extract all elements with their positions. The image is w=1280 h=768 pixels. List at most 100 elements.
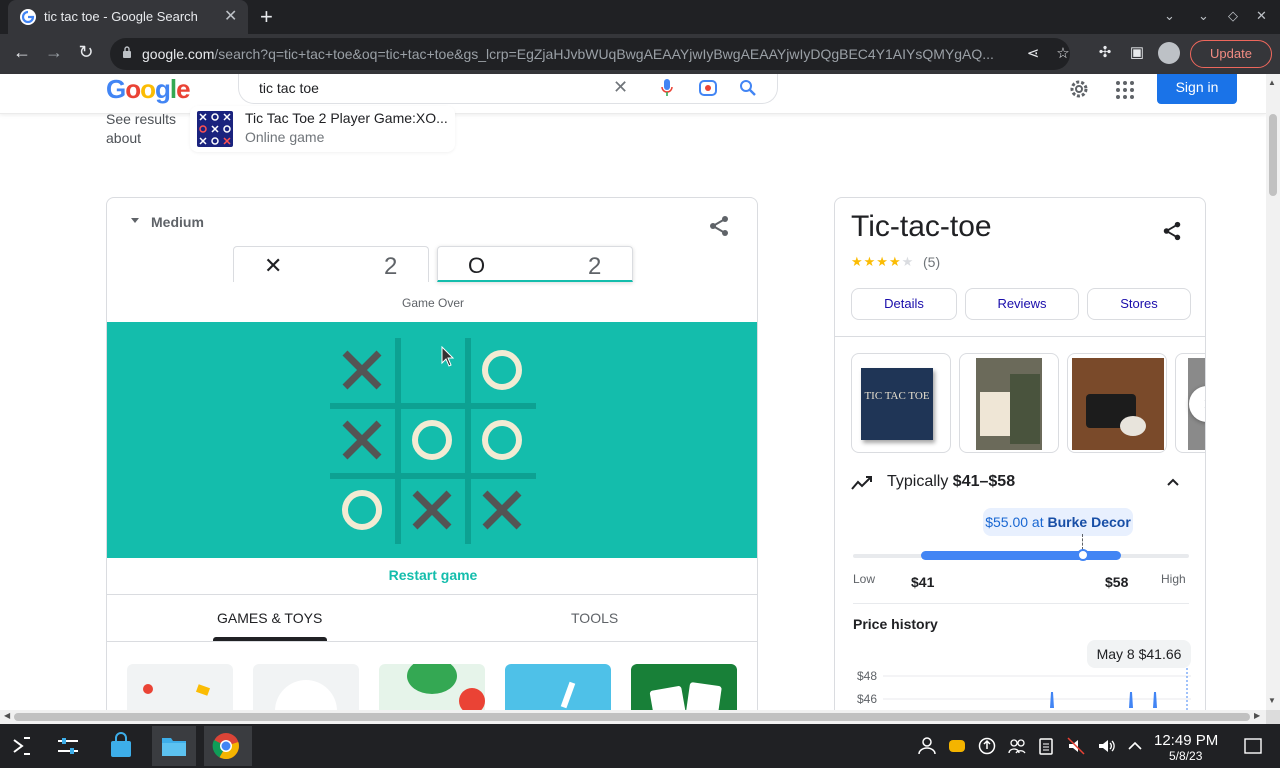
google-favicon-icon: [20, 9, 36, 25]
product-image[interactable]: [959, 353, 1059, 453]
see-results-subtitle: Online game: [245, 129, 325, 145]
board-cell[interactable]: [330, 478, 394, 542]
tab-tools[interactable]: TOOLS: [571, 610, 618, 626]
discord-tray-icon[interactable]: [948, 737, 966, 755]
horizontal-scroll-thumb[interactable]: [14, 713, 1250, 721]
search-input[interactable]: tic tac toe: [259, 80, 319, 96]
google-lens-icon[interactable]: [699, 80, 717, 96]
details-button[interactable]: Details: [851, 288, 957, 320]
price-tooltip: $55.00 at Burke Decor: [983, 508, 1133, 536]
tab-title: tic tac toe - Google Search: [44, 9, 198, 24]
clipboard-icon[interactable]: [1037, 737, 1055, 755]
close-window-icon[interactable]: ✕: [1256, 8, 1267, 24]
share-icon[interactable]: [1161, 220, 1183, 242]
product-image[interactable]: [1067, 353, 1167, 453]
game-status: Game Over: [401, 296, 464, 310]
clear-search-icon[interactable]: ✕: [613, 77, 628, 98]
browser-toolbar: ← → ↻ google.com/search?q=tic+tac+toe&oq…: [0, 34, 1280, 74]
address-bar[interactable]: google.com/search?q=tic+tac+toe&oq=tic+t…: [110, 38, 1070, 70]
search-header: Google tic tac toe ✕ Sign in: [0, 74, 1266, 114]
lock-icon: [123, 46, 131, 58]
see-results-title[interactable]: Tic Tac Toe 2 Player Game:XO...: [245, 110, 448, 126]
gear-icon[interactable]: [1068, 78, 1090, 100]
tab-close-icon[interactable]: ✕: [224, 6, 237, 26]
scroll-down-icon[interactable]: ▼: [1268, 696, 1276, 705]
app-launcher-icon[interactable]: [8, 732, 36, 760]
difficulty-caret-icon[interactable]: [131, 218, 139, 223]
reviews-button[interactable]: Reviews: [965, 288, 1079, 320]
board-cell[interactable]: [330, 338, 394, 402]
google-logo[interactable]: Google: [106, 74, 191, 105]
trend-icon: [851, 476, 872, 490]
muted-speaker-icon[interactable]: [1067, 737, 1085, 755]
clock-time[interactable]: 12:49 PM: [1154, 732, 1218, 749]
game-category-tabs: GAMES & TOYS TOOLS: [107, 594, 757, 642]
board-cell[interactable]: [470, 338, 534, 402]
contacts-icon[interactable]: [1008, 737, 1026, 755]
knowledge-panel: Tic-tac-toe ★★★★★ (5) Details Reviews St…: [834, 197, 1206, 737]
board-cell[interactable]: [330, 408, 394, 472]
forward-icon[interactable]: →: [42, 42, 66, 63]
tab-search-chevron-icon[interactable]: ⌄: [1164, 8, 1175, 24]
board-cell[interactable]: [400, 408, 464, 472]
board-cell[interactable]: [470, 408, 534, 472]
high-value: $58: [1105, 574, 1129, 590]
o-mark-icon: O: [468, 253, 486, 278]
side-panel-icon[interactable]: ▣: [1126, 43, 1148, 61]
y-tick-48: $48: [857, 669, 877, 683]
update-button[interactable]: Update: [1190, 40, 1272, 68]
see-results-about-label: See results about: [106, 111, 177, 146]
new-tab-icon[interactable]: +: [260, 4, 273, 30]
vertical-scroll-thumb[interactable]: [1269, 114, 1277, 196]
show-desktop-icon[interactable]: [1244, 737, 1262, 755]
chrome-icon[interactable]: [212, 732, 240, 760]
see-results-card[interactable]: Tic Tac Toe 2 Player Game:XO... Online g…: [190, 106, 455, 152]
store-bag-icon[interactable]: [107, 732, 135, 760]
share-page-icon[interactable]: ⋖: [1022, 44, 1044, 62]
user-icon[interactable]: [918, 737, 936, 755]
price-history-tooltip: May 8 $41.66: [1087, 640, 1191, 668]
o-score-value: 2: [588, 253, 602, 280]
maximize-icon[interactable]: ◇: [1228, 8, 1238, 24]
reload-icon[interactable]: ↻: [74, 42, 98, 63]
product-image[interactable]: TIC TAC TOE: [851, 353, 951, 453]
chevron-up-icon[interactable]: [1126, 737, 1144, 755]
scrollbar-corner: [1266, 710, 1280, 724]
player-o-score: O 2: [437, 246, 633, 282]
extensions-icon[interactable]: ✣: [1094, 43, 1116, 61]
scroll-up-icon[interactable]: ▲: [1268, 78, 1276, 87]
game-board-area: [107, 322, 757, 558]
volume-icon[interactable]: [1097, 737, 1115, 755]
share-icon[interactable]: [707, 214, 731, 238]
minimize-icon[interactable]: ⌄: [1198, 8, 1209, 24]
kp-title: Tic-tac-toe: [851, 210, 992, 243]
sign-in-button[interactable]: Sign in: [1157, 74, 1237, 104]
divider: [853, 603, 1189, 604]
url-text: google.com/search?q=tic+tac+toe&oq=tic+t…: [142, 46, 994, 62]
board-cell[interactable]: [400, 478, 464, 542]
search-icon[interactable]: [739, 79, 757, 97]
clock-date[interactable]: 5/8/23: [1169, 749, 1202, 763]
scroll-right-icon[interactable]: ▶: [1254, 711, 1260, 720]
search-box[interactable]: tic tac toe ✕: [238, 74, 778, 104]
difficulty-dropdown[interactable]: Medium: [151, 214, 204, 230]
stores-button[interactable]: Stores: [1087, 288, 1191, 320]
restart-game-button[interactable]: Restart game: [107, 567, 757, 583]
review-count[interactable]: (5): [923, 254, 940, 270]
settings-sliders-icon[interactable]: [54, 732, 82, 760]
price-marker: [1077, 549, 1089, 561]
profile-avatar[interactable]: [1158, 42, 1180, 64]
high-label: High: [1161, 572, 1186, 586]
back-icon[interactable]: ←: [10, 42, 34, 63]
board-cell[interactable]: [470, 478, 534, 542]
tab-games-and-toys[interactable]: GAMES & TOYS: [217, 610, 322, 626]
divider: [835, 336, 1205, 337]
update-tray-icon[interactable]: [978, 737, 996, 755]
bookmark-star-icon[interactable]: ☆: [1052, 44, 1074, 62]
microphone-icon[interactable]: [661, 79, 673, 97]
browser-tab[interactable]: tic tac toe - Google Search ✕: [8, 0, 248, 34]
file-manager-icon[interactable]: [160, 732, 188, 760]
chevron-up-icon[interactable]: [1165, 474, 1181, 490]
apps-grid-icon[interactable]: [1115, 80, 1135, 100]
scroll-left-icon[interactable]: ◀: [4, 711, 10, 720]
